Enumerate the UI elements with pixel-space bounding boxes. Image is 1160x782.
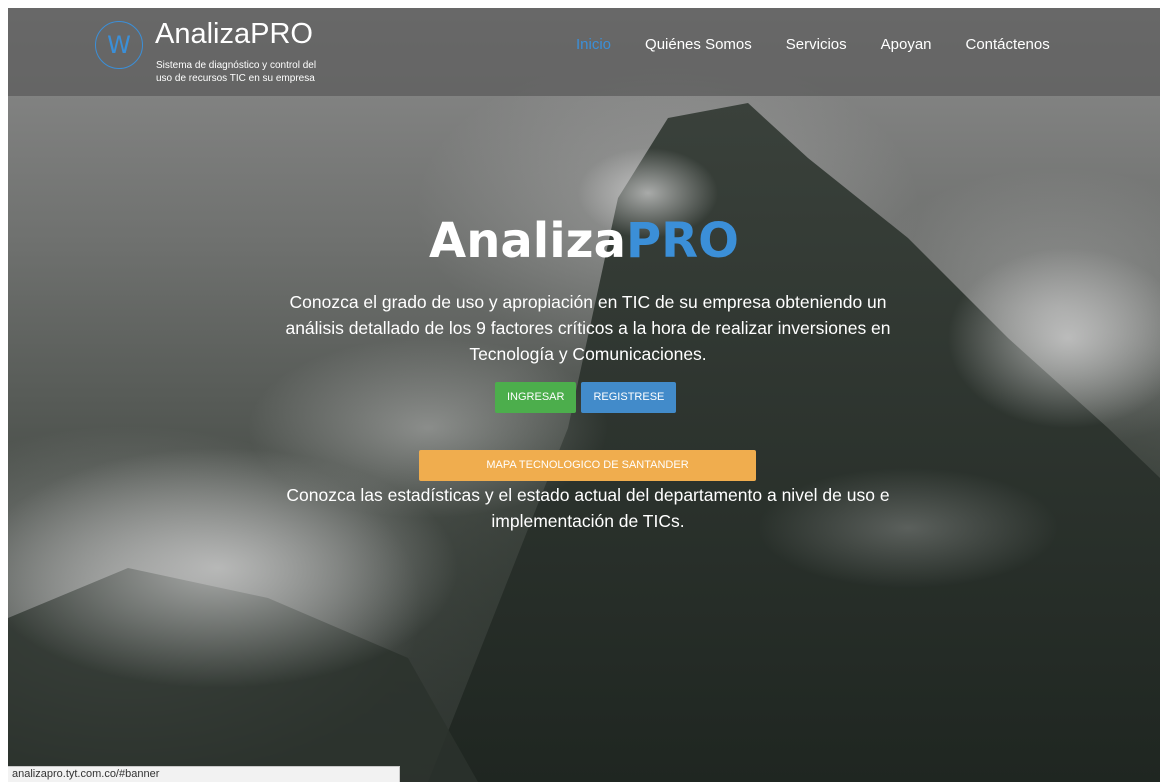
- tagline-line-1: Sistema de diagnóstico y control del: [156, 60, 317, 71]
- logo-icon[interactable]: W: [95, 21, 143, 69]
- main-nav: Inicio Quiénes Somos Servicios Apoyan Co…: [576, 36, 1084, 53]
- top-navbar: W AnalizaPRO Sistema de diagnóstico y co…: [8, 8, 1160, 96]
- register-button[interactable]: REGISTRESE: [581, 382, 677, 413]
- nav-item-apoyan[interactable]: Apoyan: [881, 36, 932, 53]
- hero-buttons: INGRESAR REGISTRESE: [495, 382, 677, 413]
- status-bar-url: analizapro.tyt.com.co/#banner: [8, 766, 400, 782]
- brand-tagline: Sistema de diagnóstico y control del uso…: [156, 59, 356, 85]
- login-button[interactable]: INGRESAR: [495, 382, 577, 413]
- nav-item-servicios[interactable]: Servicios: [786, 36, 847, 53]
- nav-item-contactenos[interactable]: Contáctenos: [966, 36, 1050, 53]
- tagline-line-2: uso de recursos TIC en su empresa: [156, 73, 315, 84]
- browser-viewport: W AnalizaPRO Sistema de diagnóstico y co…: [8, 8, 1160, 782]
- nav-item-quienes-somos[interactable]: Quiénes Somos: [645, 36, 752, 53]
- map-description: Conozca las estadísticas y el estado act…: [286, 485, 890, 531]
- logo-letter: W: [107, 31, 131, 59]
- hero-title-part2: PRO: [626, 213, 739, 269]
- nav-item-inicio[interactable]: Inicio: [576, 36, 611, 53]
- map-button[interactable]: MAPA TECNOLOGICO DE SANTANDER: [419, 450, 756, 481]
- brand-name[interactable]: AnalizaPRO: [155, 18, 313, 51]
- hero-title-part1: Analiza: [429, 213, 626, 269]
- hero-description: Conozca el grado de uso y apropiación en…: [285, 292, 891, 364]
- hero-title: AnalizaPRO: [8, 213, 1160, 269]
